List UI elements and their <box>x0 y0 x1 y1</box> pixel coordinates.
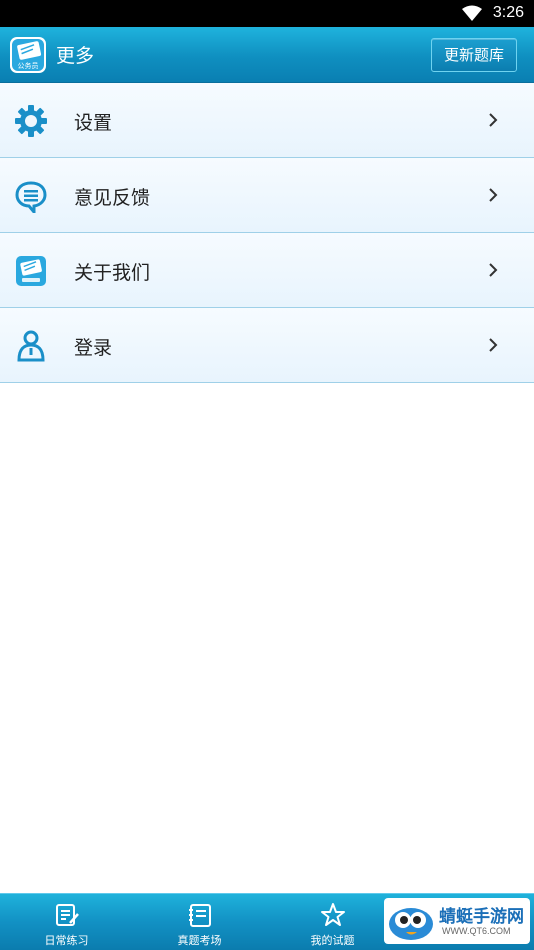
wifi-icon <box>462 5 482 21</box>
tab-label: 日常练习 <box>44 934 89 947</box>
notebook-icon <box>188 904 211 927</box>
edit-note-icon <box>55 904 79 926</box>
tab-label: 真题考场 <box>177 934 222 947</box>
chevron-right-icon <box>489 113 498 127</box>
chevron-right-icon <box>489 338 498 352</box>
star-icon <box>320 903 345 926</box>
gear-icon <box>15 105 47 137</box>
menu-item-label: 关于我们 <box>74 262 151 284</box>
watermark-url: WWW.QT6.COM <box>442 926 511 936</box>
dragonfly-mascot-icon <box>389 908 433 940</box>
status-time: 3:26 <box>492 4 524 21</box>
app-logo-icon: 公务员 <box>9 36 47 78</box>
app-logo-icon <box>16 256 46 286</box>
svg-text:公务员: 公务员 <box>18 61 39 70</box>
menu-item-label: 意见反馈 <box>74 187 151 209</box>
menu-item-label: 设置 <box>74 112 113 134</box>
menu-item-feedback[interactable]: 意见反馈 <box>0 158 534 233</box>
more-menu-list: 设置 意见反馈 关于我们 登录 <box>0 83 534 383</box>
page-title: 更多 <box>56 45 95 67</box>
menu-item-settings[interactable]: 设置 <box>0 83 534 158</box>
chevron-right-icon <box>489 188 498 202</box>
menu-item-login[interactable]: 登录 <box>0 308 534 383</box>
tab-label: 我的试题 <box>310 934 355 947</box>
chevron-right-icon <box>489 263 498 277</box>
tab-daily-practice[interactable]: 日常练习 <box>0 894 133 950</box>
update-question-bank-button[interactable]: 更新题库 <box>431 38 517 72</box>
chat-bubble-icon <box>15 181 47 213</box>
status-bar: 3:26 <box>0 0 534 27</box>
watermark-text: 蜻蜓手游网 <box>439 907 524 927</box>
menu-item-about-us[interactable]: 关于我们 <box>0 233 534 308</box>
header-bar: 公务员 更多 更新题库 <box>0 27 534 83</box>
watermark-badge: 蜻蜓手游网 WWW.QT6.COM <box>384 898 530 944</box>
user-icon <box>17 330 45 362</box>
tab-my-questions[interactable]: 我的试题 <box>266 894 399 950</box>
menu-item-label: 登录 <box>74 337 113 359</box>
tab-real-exam[interactable]: 真题考场 <box>133 894 266 950</box>
